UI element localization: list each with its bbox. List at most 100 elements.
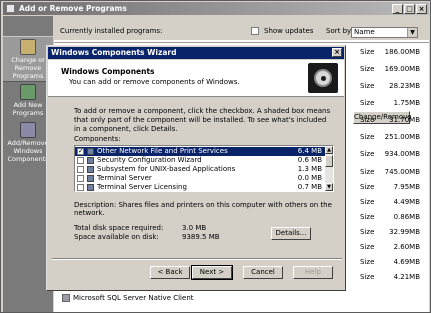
window-title: Add or Remove Programs [19,4,127,13]
component-checkbox[interactable] [77,175,84,182]
help-button[interactable]: Help [293,266,333,279]
program-icon [62,294,70,302]
back-button[interactable]: < Back [150,266,190,279]
wizard-titlebar: Windows Components Wizard × [48,47,344,59]
minimize-button[interactable]: _ [392,4,403,14]
list-item[interactable]: Microsoft SQL Server Native Client [62,294,194,302]
size-label: Size [360,273,375,281]
component-item[interactable]: Terminal Server 0.0 MB [75,174,326,183]
size-label: Size [360,243,375,251]
program-size-row: Size 251.00MB [360,133,420,142]
component-icon [87,148,94,155]
scroll-thumb[interactable] [325,155,333,167]
window-titlebar: Add or Remove Programs _ □ × [3,2,429,15]
size-label: Size [360,228,375,236]
app-icon [6,4,15,13]
program-size-row: Size 4.49MB [360,198,420,207]
component-name: Security Configuration Wizard [97,156,202,164]
maximize-button[interactable]: □ [404,4,415,14]
size-value: 4.21MB [393,273,420,281]
component-item[interactable]: Other Network File and Print Services 6.4… [75,147,326,156]
size-value: 745.00MB [384,168,420,176]
component-checkbox[interactable] [77,147,84,156]
wizard-divider [52,258,342,260]
component-checkbox[interactable] [77,184,84,191]
program-size-row: Size 186.00MB [360,48,420,57]
program-size-row: Size 934.00MB [360,150,420,159]
components-label: Components: [74,135,121,143]
component-size: 1.3 MB [297,165,322,173]
component-item[interactable]: Subsystem for UNIX-based Applications 1.3… [75,165,326,174]
program-size-row: Size 31.70MB [360,116,420,125]
size-label: Size [360,258,375,266]
size-value: 1.75MB [393,99,420,107]
component-size: 0.0 MB [297,174,322,182]
size-value: 251.00MB [384,133,420,141]
next-button[interactable]: Next > [191,265,233,280]
show-updates-checkbox[interactable] [251,27,259,35]
component-item[interactable]: Security Configuration Wizard 0.6 MB [75,156,326,165]
size-label: Size [360,48,375,56]
wizard-header-subtitle: You can add or remove components of Wind… [69,78,240,86]
windows-components-wizard: Windows Components Wizard × Windows Comp… [46,45,346,291]
program-size-row: Size 28.23MB [360,82,420,91]
size-value: 186.00MB [384,48,420,56]
component-description: Description: Shares files and printers o… [74,201,332,217]
component-icon [87,166,94,173]
size-value: 28.23MB [389,82,420,90]
toolbar: Currently installed programs: Show updat… [54,16,429,40]
size-value: 0.86MB [393,213,420,221]
chevron-down-icon[interactable]: ▼ [407,28,417,37]
installed-programs-label: Currently installed programs: [60,27,163,35]
component-checkbox[interactable] [77,166,84,173]
details-button[interactable]: Details... [271,227,311,240]
program-name: Microsoft SQL Server Native Client [73,294,194,302]
wizard-header-title: Windows Components [61,67,155,76]
program-size-row: Size 4.69MB [360,258,420,267]
total-disk-label: Total disk space required: [74,224,164,232]
cd-installer-icon [308,63,338,93]
size-value: 2.60MB [393,243,420,251]
add-remove-programs-window: Add or Remove Programs _ □ × Change or R… [0,0,431,313]
size-label: Size [360,99,375,107]
component-size: 0.6 MB [297,156,322,164]
components-list[interactable]: Terminal Server Licensing 0.7 MB Terminal … [74,145,334,192]
size-label: Size [360,213,375,221]
size-label: Size [360,198,375,206]
program-size-row: Size 169.00MB [360,65,420,74]
component-icon [87,175,94,182]
size-value: 934.00MB [384,150,420,158]
program-size-row: Size 1.75MB [360,99,420,108]
size-value: 4.69MB [393,258,420,266]
component-size: 0.7 MB [297,183,322,191]
scroll-up-icon[interactable]: ▲ [325,146,333,154]
component-name: Terminal Server [97,174,152,182]
size-value: 4.49MB [393,198,420,206]
program-size-row: Size 4.21MB [360,273,420,282]
component-checkbox[interactable] [77,157,84,164]
sort-by-select[interactable]: Name ▼ [351,27,418,38]
wizard-title: Windows Components Wizard [51,48,177,57]
size-value: 32.99MB [389,228,420,236]
component-icon [87,184,94,191]
program-size-row: Size 7.95MB [360,183,420,192]
close-button[interactable]: × [416,4,427,14]
component-item[interactable]: Terminal Server Licensing 0.7 MB [75,183,326,191]
program-size-row: Size 745.00MB [360,168,420,177]
windows-components-icon [20,122,36,138]
sort-by-value: Name [354,28,375,36]
component-size: 6.4 MB [297,147,322,155]
scroll-down-icon[interactable]: ▼ [325,183,333,191]
program-size-row: Size 2.60MB [360,243,420,252]
size-label: Size [360,82,375,90]
cancel-button[interactable]: Cancel [243,266,283,279]
component-name: Subsystem for UNIX-based Applications [97,165,236,173]
size-label: Size [360,65,375,73]
change-remove-icon [20,39,36,55]
wizard-header: Windows Components You can add or remove… [48,60,344,97]
wizard-close-button[interactable]: × [332,48,342,57]
size-label: Size [360,150,375,158]
components-scrollbar[interactable]: ▲ ▼ [325,146,333,191]
component-name: Terminal Server Licensing [97,183,187,191]
sort-by-label: Sort by: [326,27,354,35]
